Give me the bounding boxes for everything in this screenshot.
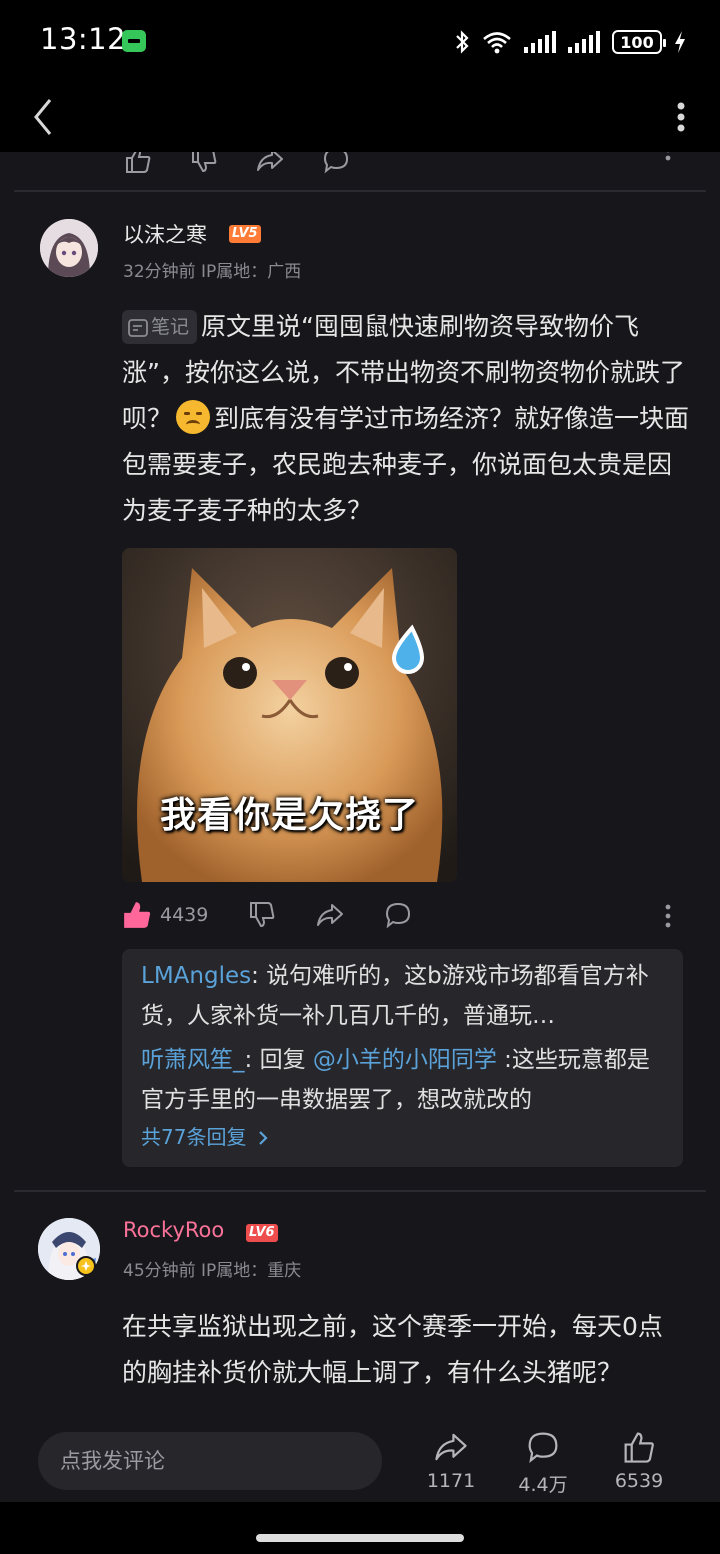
like-button[interactable]: 6539: [604, 1430, 674, 1492]
avatar-image: [40, 219, 98, 277]
comment-image[interactable]: 我看你是欠挠了: [122, 548, 457, 882]
reply-item: 听萧风笙_: 回复 @小羊的小阳同学 :这些玩意都是官方手里的一串数据罢了，想改…: [141, 1040, 665, 1120]
note-icon: [128, 319, 148, 337]
like-count: 4439: [160, 904, 209, 926]
thumb-down-icon: [250, 902, 275, 928]
comment-icon[interactable]: [322, 152, 350, 174]
thumb-up-icon[interactable]: [124, 152, 152, 174]
signal-icon: [524, 31, 556, 53]
charging-icon: [675, 31, 685, 53]
reply-separator: :: [244, 1047, 260, 1073]
comment-icon: [386, 902, 411, 929]
chevron-right-icon: [259, 1131, 268, 1145]
reply-mention[interactable]: @小羊的小阳同学: [313, 1047, 497, 1073]
more-vertical-icon[interactable]: [664, 904, 672, 928]
previous-comment-actions: [124, 152, 350, 174]
like-count: 6539: [614, 1470, 664, 1492]
comment-actions: 4439: [122, 900, 412, 930]
home-indicator[interactable]: [256, 1534, 464, 1542]
reply-preview[interactable]: LMAngles: 说句难听的，这b游戏市场都看官方补货，人家补货一补几百几千的…: [122, 949, 683, 1167]
comment-count: 4.4万: [518, 1474, 568, 1496]
more-options-button[interactable]: [666, 90, 696, 138]
note-tag-label: 笔记: [151, 316, 190, 338]
comment-text: 在共享监狱出现之前，这个赛季一开始，每天0点的胸挂补货价就大幅上调了，有什么头猪…: [122, 1312, 663, 1387]
view-all-replies-link[interactable]: 共77条回复: [141, 1121, 269, 1150]
share-button[interactable]: [316, 901, 344, 929]
wechat-notification-icon: [122, 30, 146, 52]
status-icons: 100: [454, 28, 686, 56]
comment-input[interactable]: 点我发评论: [38, 1432, 382, 1490]
more-vertical-icon: [677, 102, 685, 132]
dislike-button[interactable]: [248, 901, 276, 929]
back-arrow-icon: [34, 99, 52, 135]
reply-separator: :: [251, 963, 267, 989]
comment-button[interactable]: 4.4万: [508, 1430, 578, 1497]
divider: [14, 1190, 706, 1192]
share-icon: [435, 1433, 467, 1461]
meme-caption: 我看你是欠挠了: [159, 795, 419, 836]
comment-time-ip: 32分钟前 IP属地：广西: [123, 262, 302, 282]
bluetooth-icon: [456, 30, 469, 54]
thinking-emoji-icon: [176, 400, 211, 434]
thumb-down-icon[interactable]: [190, 152, 218, 174]
wifi-icon: [483, 32, 511, 54]
reply-username[interactable]: LMAngles: [141, 963, 251, 989]
reply-item: LMAngles: 说句难听的，这b游戏市场都看官方补货，人家补货一补几百几千的…: [141, 956, 665, 1036]
comment-text: 笔记 原文里说“囤囤鼠快速刷物资导致物价飞涨”，按你这么说，不带出物资不刷物资物价…: [122, 304, 692, 534]
comment-username[interactable]: RockyRoo: [123, 1218, 224, 1242]
share-icon: [317, 904, 344, 926]
verified-badge-icon: [76, 1256, 96, 1276]
system-nav-area: [0, 1502, 720, 1554]
replies-more-label: 共77条回复: [141, 1125, 247, 1149]
comment-username[interactable]: 以沫之寒: [123, 219, 207, 249]
reply-word: 回复: [259, 1047, 313, 1073]
comment-list: 以沫之寒 LV5 32分钟前 IP属地：广西 笔记 原文里说“囤囤鼠快速刷物资导致…: [0, 152, 720, 1422]
comment-time-ip: 45分钟前 IP属地：重庆: [123, 1261, 302, 1281]
status-time: 13:12: [40, 22, 127, 56]
thumb-up-icon: [624, 1432, 654, 1463]
comment-icon: [528, 1432, 558, 1463]
like-button[interactable]: 4439: [122, 900, 208, 930]
reply-button[interactable]: [384, 901, 412, 929]
level-badge: LV5: [229, 225, 261, 243]
bottom-action-bar: 点我发评论 1171 4.4万 6539: [0, 1422, 720, 1502]
status-bar: 13:12 100: [0, 0, 720, 84]
avatar[interactable]: [40, 219, 98, 277]
top-bar: [0, 84, 720, 152]
level-badge: LV6: [246, 1224, 278, 1242]
share-icon[interactable]: [256, 152, 284, 174]
thumb-up-icon: [124, 902, 151, 928]
signal-icon: [568, 31, 600, 53]
share-button[interactable]: 1171: [416, 1430, 486, 1492]
note-tag[interactable]: 笔记: [122, 310, 198, 344]
share-count: 1171: [426, 1470, 476, 1492]
divider: [14, 190, 706, 192]
reply-username[interactable]: 听萧风笙_: [141, 1047, 245, 1073]
more-vertical-icon[interactable]: [664, 152, 672, 170]
back-button[interactable]: [24, 90, 68, 138]
battery-indicator: 100: [612, 30, 666, 54]
